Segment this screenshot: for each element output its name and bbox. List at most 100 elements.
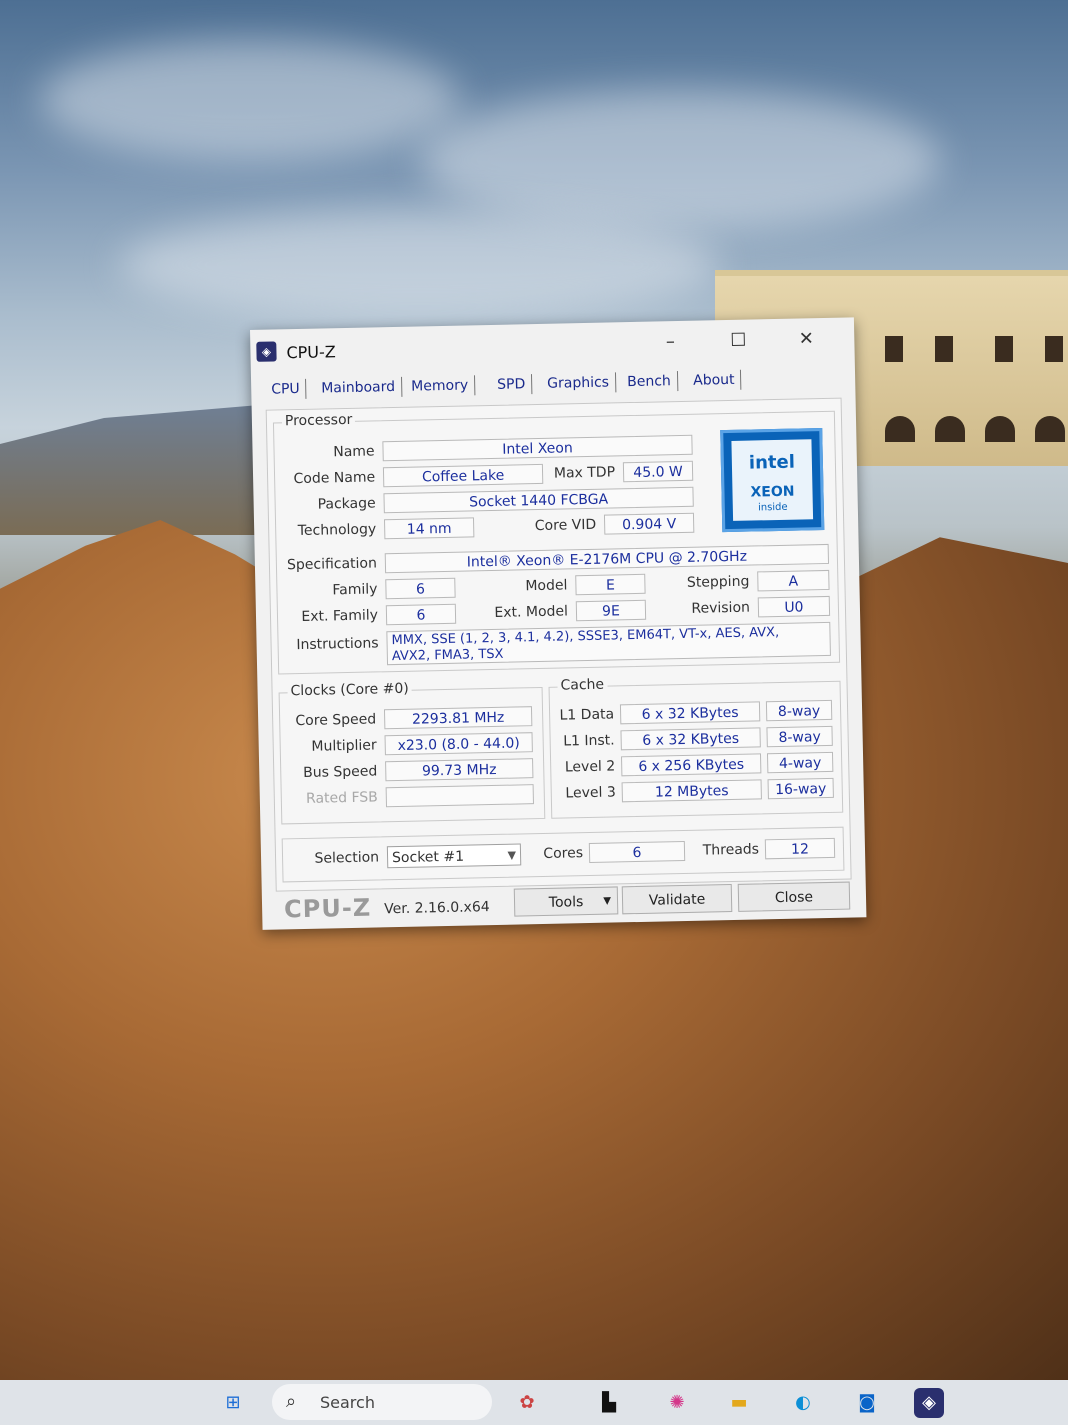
name-label: Name xyxy=(333,443,375,461)
code-name-value: Coffee Lake xyxy=(382,463,544,488)
threads-value: 12 xyxy=(764,837,836,860)
cpuz-logo: CPU-Z xyxy=(283,893,372,924)
max-tdp-value: 45.0 W xyxy=(622,460,694,483)
cpuz-window: ◈ CPU-Z – ☐ ✕ CPU Mainboard Memory SPD G… xyxy=(250,317,867,930)
intel-xeon-logo: intel XEON inside xyxy=(720,428,825,533)
l1-data-value: 6 x 32 KBytes xyxy=(619,701,761,725)
code-name-label: Code Name xyxy=(293,469,376,488)
core-vid-value: 0.904 V xyxy=(603,512,695,535)
ext-model-label: Ext. Model xyxy=(494,603,569,621)
l1-inst-way: 8-way xyxy=(766,725,833,748)
file-explorer-icon[interactable]: ▬ xyxy=(724,1388,754,1418)
intel-logo-text: intel xyxy=(748,451,796,474)
taskbar: ⊞ ⌕ Search ✿ ▙ ✺ ▬ ◐ ◙ ◈ xyxy=(0,1380,1068,1425)
name-value: Intel Xeon xyxy=(382,434,693,462)
core-vid-label: Core VID xyxy=(534,516,597,535)
bus-speed-label: Bus Speed xyxy=(303,763,378,781)
specification-value: Intel® Xeon® E-2176M CPU @ 2.70GHz xyxy=(384,543,830,574)
technology-value: 14 nm xyxy=(383,517,475,540)
bus-speed-value: 99.73 MHz xyxy=(385,758,534,782)
l1-inst-value: 6 x 32 KBytes xyxy=(620,727,761,751)
family-label: Family xyxy=(332,581,378,599)
tab-graphics[interactable]: Graphics xyxy=(540,372,617,394)
edge-browser-icon[interactable]: ◐ xyxy=(788,1388,818,1418)
cores-label: Cores xyxy=(543,845,584,862)
tools-dropdown-icon: ▼ xyxy=(603,895,612,907)
close-window-button[interactable]: ✕ xyxy=(786,326,827,353)
l1-data-way: 8-way xyxy=(765,699,833,722)
level3-value: 12 MBytes xyxy=(621,779,762,803)
l1-data-label: L1 Data xyxy=(559,706,615,724)
model-label: Model xyxy=(525,577,568,595)
xeon-logo-text: XEON xyxy=(750,483,795,501)
technology-label: Technology xyxy=(297,521,377,540)
cpu-tab-panel: Processor Name Intel Xeon Code Name Coff… xyxy=(265,397,852,892)
instructions-value: MMX, SSE (1, 2, 3, 4.1, 4.2), SSSE3, EM6… xyxy=(386,621,831,666)
maximize-button[interactable]: ☐ xyxy=(718,327,759,354)
taskbar-search[interactable]: ⌕ Search xyxy=(272,1384,492,1420)
window-title: CPU-Z xyxy=(286,342,336,363)
multiplier-label: Multiplier xyxy=(311,737,377,755)
package-value: Socket 1440 FCBGA xyxy=(383,486,694,514)
package-label: Package xyxy=(317,495,376,513)
level2-value: 6 x 256 KBytes xyxy=(621,753,762,777)
tab-about[interactable]: About xyxy=(686,369,742,391)
tab-cpu[interactable]: CPU xyxy=(265,378,307,400)
rated-fsb-label: Rated FSB xyxy=(305,789,378,807)
inside-logo-text: inside xyxy=(757,501,788,514)
revision-label: Revision xyxy=(691,599,751,617)
title-bar[interactable]: ◈ CPU-Z – ☐ ✕ xyxy=(250,317,855,368)
tab-mainboard[interactable]: Mainboard xyxy=(315,376,403,399)
cache-group: Cache L1 Data 6 x 32 KBytes 8-way L1 Ins… xyxy=(548,676,844,819)
socket-select-value: Socket #1 xyxy=(391,848,465,867)
minimize-button[interactable]: – xyxy=(650,329,691,356)
max-tdp-label: Max TDP xyxy=(553,464,616,482)
start-windows-icon[interactable]: ⊞ xyxy=(218,1388,248,1418)
cores-value: 6 xyxy=(588,841,686,864)
instructions-label: Instructions xyxy=(296,635,379,654)
selection-label: Selection xyxy=(314,849,380,867)
ext-model-value: 9E xyxy=(575,599,647,622)
task-view-icon[interactable]: ▙ xyxy=(594,1388,624,1418)
chevron-down-icon: ▼ xyxy=(507,848,517,862)
widgets-icon[interactable]: ✿ xyxy=(512,1388,542,1418)
clocks-group: Clocks (Core #0) Core Speed 2293.81 MHz … xyxy=(278,680,546,825)
close-button[interactable]: Close xyxy=(737,881,851,912)
version-label: Ver. 2.16.0.x64 xyxy=(383,899,490,918)
tools-button-label: Tools xyxy=(548,894,584,911)
model-value: E xyxy=(575,573,646,596)
processor-group: Processor Name Intel Xeon Code Name Coff… xyxy=(272,410,841,675)
level3-way: 16-way xyxy=(767,777,834,800)
selection-row: Selection Socket #1 ▼ Cores 6 Threads 12 xyxy=(281,826,845,883)
socket-select[interactable]: Socket #1 ▼ xyxy=(386,843,522,869)
level2-label: Level 2 xyxy=(564,758,616,776)
copilot-icon[interactable]: ✺ xyxy=(662,1388,692,1418)
family-value: 6 xyxy=(385,577,456,600)
core-speed-label: Core Speed xyxy=(295,711,377,730)
revision-value: U0 xyxy=(757,595,831,618)
search-icon: ⌕ xyxy=(286,1391,297,1412)
tab-memory[interactable]: Memory xyxy=(405,375,476,397)
cache-group-label: Cache xyxy=(557,676,608,694)
rated-fsb-value xyxy=(385,784,534,808)
processor-group-label: Processor xyxy=(281,411,356,430)
tools-button[interactable]: Tools ▼ xyxy=(513,886,619,917)
core-speed-value: 2293.81 MHz xyxy=(383,706,533,730)
l1-inst-label: L1 Inst. xyxy=(563,732,615,750)
ext-family-label: Ext. Family xyxy=(301,607,379,625)
cpuz-app-icon: ◈ xyxy=(256,341,277,362)
stepping-label: Stepping xyxy=(686,573,750,591)
ext-family-value: 6 xyxy=(385,603,457,626)
threads-label: Threads xyxy=(702,841,760,859)
outlook-icon[interactable]: ◙ xyxy=(852,1388,882,1418)
validate-button[interactable]: Validate xyxy=(621,884,733,915)
stepping-value: A xyxy=(757,569,830,592)
search-placeholder: Search xyxy=(320,1393,375,1412)
tab-spd[interactable]: SPD xyxy=(490,374,533,395)
specification-label: Specification xyxy=(286,555,378,574)
clocks-group-label: Clocks (Core #0) xyxy=(287,680,412,700)
level3-label: Level 3 xyxy=(565,784,616,802)
level2-way: 4-way xyxy=(766,751,834,774)
cpuz-taskbar-icon[interactable]: ◈ xyxy=(914,1388,944,1418)
tab-bench[interactable]: Bench xyxy=(620,371,679,393)
